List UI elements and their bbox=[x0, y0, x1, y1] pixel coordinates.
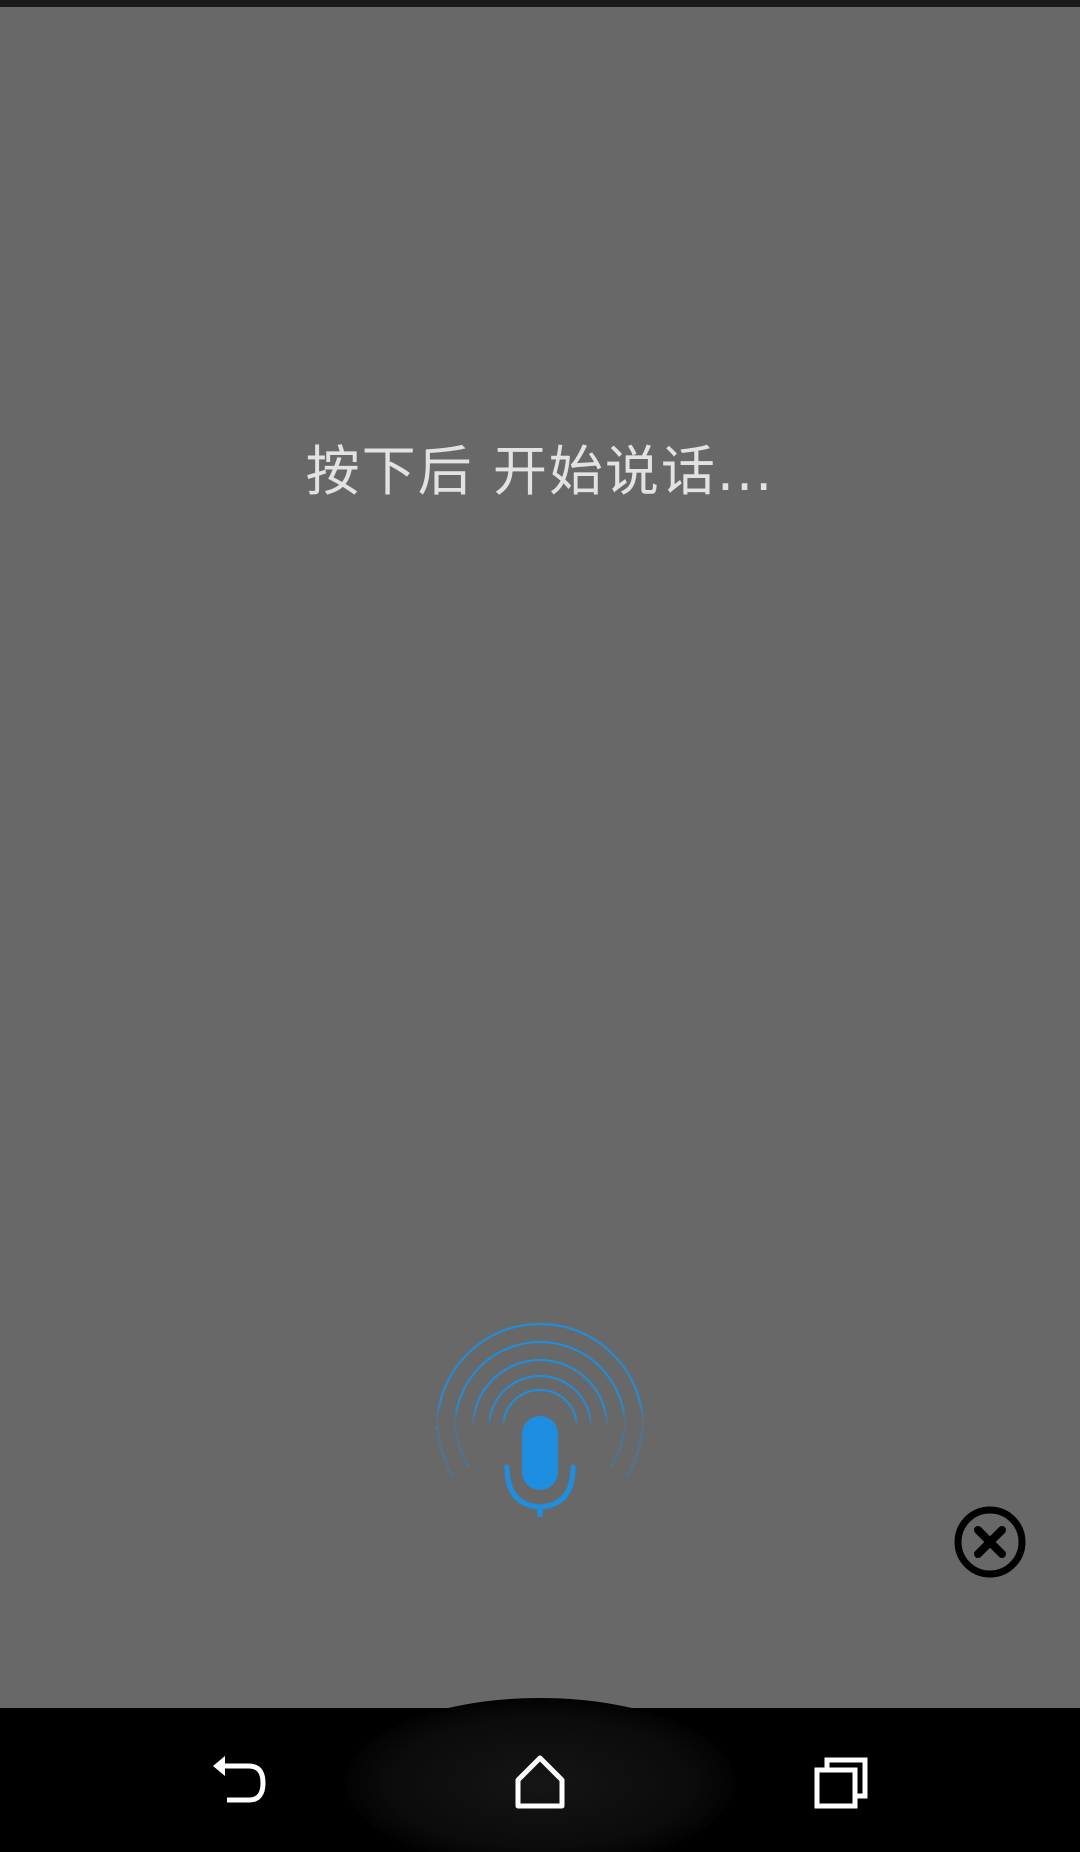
close-circle-icon bbox=[954, 1506, 1026, 1578]
recents-button[interactable] bbox=[805, 1748, 875, 1818]
screen: 按下后 开始说话... bbox=[0, 0, 1080, 1852]
close-button[interactable] bbox=[953, 1505, 1027, 1579]
speak-prompt-text: 按下后 开始说话... bbox=[305, 440, 775, 503]
back-icon bbox=[213, 1756, 266, 1803]
microphone-icon bbox=[436, 1323, 644, 1520]
navigation-bar bbox=[0, 1698, 1080, 1852]
microphone-button[interactable] bbox=[435, 1317, 645, 1520]
home-button[interactable] bbox=[505, 1748, 575, 1818]
recents-icon bbox=[814, 1757, 868, 1809]
voice-input-overlay: 按下后 开始说话... bbox=[0, 7, 1080, 1708]
status-bar bbox=[0, 0, 1080, 7]
home-icon bbox=[515, 1755, 565, 1809]
back-button[interactable] bbox=[205, 1748, 275, 1818]
